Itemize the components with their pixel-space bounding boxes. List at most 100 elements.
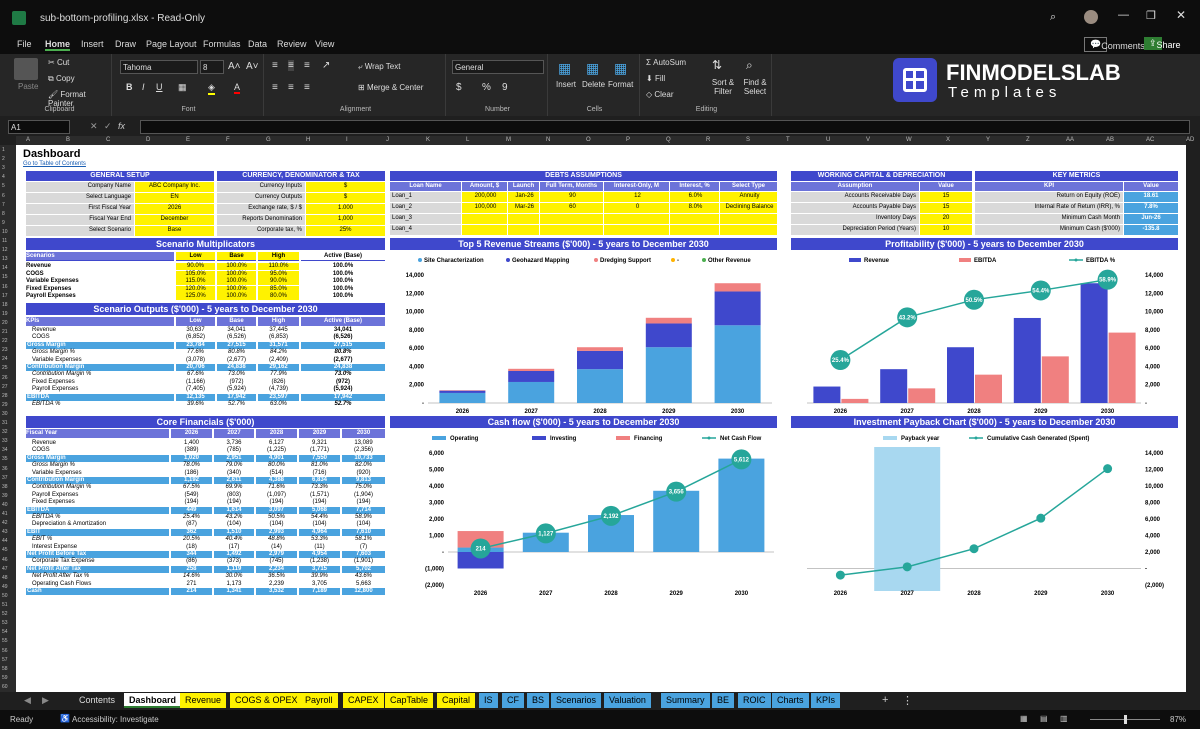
close-icon[interactable]: ✕ <box>1176 8 1186 22</box>
row-header[interactable]: 13 <box>2 256 8 262</box>
menu-home[interactable]: Home <box>45 39 71 51</box>
tab-prev-icon[interactable]: ◀ <box>24 695 31 706</box>
menu-data[interactable]: Data <box>248 39 267 49</box>
tab-contents[interactable]: Contents <box>74 693 121 708</box>
column-header[interactable]: Q <box>666 137 671 143</box>
wc-value[interactable]: 15 <box>920 192 972 202</box>
tab-bs[interactable]: BS <box>527 693 550 708</box>
general-value[interactable]: Base <box>135 226 214 236</box>
column-header[interactable]: T <box>786 137 790 143</box>
column-header[interactable]: AA <box>1066 137 1074 143</box>
comma-icon[interactable]: 9 <box>502 82 508 93</box>
debts-cell[interactable]: 60 <box>540 203 603 213</box>
multipliers-cell[interactable]: 100.0% <box>217 263 256 270</box>
currency-value[interactable]: $ <box>306 193 385 203</box>
debts-cell[interactable]: 200,000 <box>462 192 507 202</box>
debts-cell[interactable] <box>604 225 669 235</box>
column-header[interactable]: X <box>946 137 950 143</box>
row-header[interactable]: 2 <box>2 156 5 162</box>
row-header[interactable]: 16 <box>2 284 8 290</box>
delete-cells-button[interactable]: Delete <box>582 80 605 89</box>
row-header[interactable]: 14 <box>2 265 8 271</box>
find-select-icon[interactable]: ⌕ <box>746 58 753 73</box>
row-header[interactable]: 52 <box>2 611 8 617</box>
column-header[interactable]: O <box>586 137 591 143</box>
multipliers-cell[interactable]: 110.0% <box>258 263 299 270</box>
general-value[interactable]: December <box>135 215 214 225</box>
row-header[interactable]: 23 <box>2 347 8 353</box>
wc-value[interactable]: 15 <box>920 203 972 213</box>
tab-revenue[interactable]: Revenue <box>180 693 227 708</box>
avatar[interactable] <box>1084 10 1098 24</box>
tab-capital[interactable]: Capital <box>437 693 476 708</box>
merge-center-button[interactable]: ⊞ Merge & Center <box>358 83 423 92</box>
paste-button[interactable]: Paste <box>18 82 38 91</box>
menu-insert[interactable]: Insert <box>81 39 104 49</box>
row-header[interactable]: 21 <box>2 329 8 335</box>
row-header[interactable]: 45 <box>2 547 8 553</box>
column-header[interactable]: D <box>146 137 150 143</box>
row-header[interactable]: 28 <box>2 393 8 399</box>
align-right-icon[interactable]: ≡ <box>304 82 310 93</box>
wrap-text-button[interactable]: ⤶ Wrap Text <box>358 62 400 72</box>
row-header[interactable]: 51 <box>2 602 8 608</box>
menu-page-layout[interactable]: Page Layout <box>146 39 197 49</box>
tab-valuation[interactable]: Valuation <box>604 693 651 708</box>
column-header[interactable]: I <box>346 137 348 143</box>
row-header[interactable]: 56 <box>2 648 8 654</box>
multipliers-cell[interactable]: 100.0% <box>217 285 256 293</box>
row-header[interactable]: 60 <box>2 684 8 690</box>
debts-cell[interactable]: 6.0% <box>670 192 719 202</box>
row-header[interactable]: 11 <box>2 238 7 244</box>
general-value[interactable]: EN <box>135 193 214 203</box>
autosum-button[interactable]: Σ AutoSum <box>646 58 686 67</box>
formula-input[interactable] <box>140 120 1190 134</box>
page-layout-icon[interactable]: ▤ <box>1040 714 1048 723</box>
debts-cell[interactable]: Declining Balance <box>720 203 777 213</box>
row-header[interactable]: 42 <box>2 520 8 526</box>
debts-cell[interactable] <box>508 225 539 235</box>
column-header[interactable]: W <box>906 137 912 143</box>
toc-link[interactable]: Go to Table of Contents <box>23 161 86 167</box>
cancel-icon[interactable]: ✕ <box>90 121 98 132</box>
column-header[interactable]: M <box>506 137 511 143</box>
column-header[interactable]: L <box>466 137 469 143</box>
debts-cell[interactable] <box>720 214 777 224</box>
debts-cell[interactable] <box>540 225 603 235</box>
column-header[interactable]: V <box>866 137 870 143</box>
debts-cell[interactable]: Jan-26 <box>508 192 539 202</box>
sort-filter-icon[interactable]: ⇅ <box>712 58 722 72</box>
tab-scenarios[interactable]: Scenarios <box>551 693 602 708</box>
add-sheet-icon[interactable]: + <box>882 694 888 706</box>
multipliers-cell[interactable]: 105.0% <box>176 270 215 278</box>
general-value[interactable]: 2026 <box>135 204 214 214</box>
format-cells-button[interactable]: Format <box>608 80 633 89</box>
currency-value[interactable]: 1.000 <box>306 204 385 214</box>
column-header[interactable]: G <box>266 137 271 143</box>
row-header[interactable]: 53 <box>2 620 8 626</box>
debts-cell[interactable]: 100,000 <box>462 203 507 213</box>
row-header[interactable]: 39 <box>2 493 8 499</box>
debts-cell[interactable]: 8.0% <box>670 203 719 213</box>
debts-cell[interactable]: 90 <box>540 192 603 202</box>
debts-cell[interactable] <box>462 225 507 235</box>
debts-cell[interactable] <box>462 214 507 224</box>
tab-payroll[interactable]: Payroll <box>300 693 338 708</box>
grow-font-icon[interactable]: A˄ <box>228 61 241 72</box>
currency-value[interactable]: 1,000 <box>306 215 385 225</box>
multipliers-cell[interactable]: 100.0% <box>217 270 256 278</box>
row-header[interactable]: 4 <box>2 174 5 180</box>
multipliers-cell[interactable]: 115.0% <box>176 278 215 285</box>
column-header[interactable]: AC <box>1146 137 1154 143</box>
menu-review[interactable]: Review <box>277 39 307 49</box>
debts-cell[interactable]: 0 <box>604 203 669 213</box>
insert-cells-button[interactable]: Insert <box>556 80 576 89</box>
debts-cell[interactable] <box>508 214 539 224</box>
search-icon[interactable]: ⌕ <box>1050 11 1056 24</box>
accessibility-status[interactable]: Accessibility: Investigate <box>72 715 159 724</box>
fill-color-icon[interactable]: ◈ <box>208 82 215 95</box>
row-header[interactable]: 3 <box>2 165 5 171</box>
multipliers-cell[interactable]: 100.0% <box>217 278 256 285</box>
multipliers-cell[interactable]: 95.0% <box>258 270 299 278</box>
row-header[interactable]: 50 <box>2 593 8 599</box>
